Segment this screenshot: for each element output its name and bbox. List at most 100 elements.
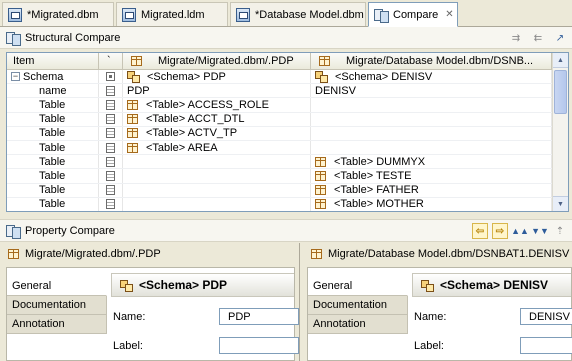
ldm-file-icon xyxy=(122,7,136,22)
item-label: Schema xyxy=(23,70,64,83)
item-cell: Table xyxy=(7,197,99,211)
copy-to-right-icon[interactable]: ⇨ xyxy=(492,223,508,239)
schema-icon xyxy=(120,279,133,292)
node-icon xyxy=(106,72,115,82)
right-value: <Table> MOTHER xyxy=(334,198,424,211)
scroll-up-icon[interactable]: ▲ xyxy=(553,53,568,68)
tab-documentation[interactable]: Documentation xyxy=(308,296,408,315)
scroll-down-icon[interactable]: ▼ xyxy=(553,196,568,211)
table-icon xyxy=(131,56,142,66)
right-value-cell xyxy=(311,126,552,140)
previous-difference-icon[interactable]: ▲▲ xyxy=(511,223,529,239)
tab-label: *Migrated.dbm xyxy=(27,8,99,21)
right-property-area: <Schema> DENISV Name: DENISV Label: xyxy=(408,268,572,360)
scrollbar-thumb[interactable] xyxy=(554,70,567,114)
table-row[interactable]: − Schema <Schema> PDP <Schema> DENISV xyxy=(7,70,568,85)
close-icon[interactable]: ✕ xyxy=(445,9,453,20)
column-header-marker[interactable]: ` xyxy=(99,53,123,69)
left-value-cell: <Table> AREA xyxy=(123,140,311,155)
item-cell: name xyxy=(7,84,99,98)
tab-annotation[interactable]: Annotation xyxy=(308,315,408,334)
tab-general[interactable]: General xyxy=(7,277,107,296)
document-icon xyxy=(106,185,115,196)
right-value-cell xyxy=(311,112,552,126)
table-row[interactable]: Table <Table> TESTE xyxy=(7,169,568,184)
marker-cell xyxy=(99,197,123,211)
table-row[interactable]: Table <Table> ACCT_DTL xyxy=(7,112,568,127)
table-row[interactable]: Table <Table> AREA xyxy=(7,140,568,156)
marker-cell xyxy=(99,155,123,169)
property-compare-header: Property Compare ⇦ ⇨ ▲▲ ▼▼ ⇡ xyxy=(0,219,572,242)
left-value-cell: <Schema> PDP xyxy=(123,70,311,84)
table-row[interactable]: Table <Table> FATHER xyxy=(7,183,568,198)
marker-cell xyxy=(99,126,123,140)
marker-cell xyxy=(99,183,123,197)
marker-cell xyxy=(99,98,123,112)
column-header-left-model[interactable]: Migrate/Migrated.dbm/.PDP xyxy=(123,53,311,69)
table-row[interactable]: Table <Table> ACCESS_ROLE xyxy=(7,98,568,113)
document-icon xyxy=(106,156,115,167)
left-property-tabs: General Documentation Annotation xyxy=(7,268,107,334)
copy-left-to-right-icon[interactable]: ⇉ xyxy=(508,30,524,46)
tab-migrated-ldm[interactable]: Migrated.ldm xyxy=(116,2,228,26)
right-value: <Schema> DENISV xyxy=(335,70,433,83)
table-row[interactable]: Table <Table> ACTV_TP xyxy=(7,126,568,141)
document-icon xyxy=(106,114,115,125)
left-property-pane: Migrate/Migrated.dbm/.PDP General Docume… xyxy=(0,243,300,361)
item-cell: Table xyxy=(7,98,99,112)
export-icon[interactable]: ↗ xyxy=(552,30,568,46)
property-compare-icon xyxy=(6,224,21,239)
collapse-up-icon[interactable]: ⇡ xyxy=(552,223,568,239)
structural-compare-toolbar: ⇉ ⇇ ↗ xyxy=(508,30,568,46)
right-value-cell: <Table> MOTHER xyxy=(311,197,552,211)
document-icon xyxy=(106,199,115,210)
marker-cell xyxy=(99,140,123,155)
left-label-field[interactable] xyxy=(219,337,299,354)
item-cell: Table xyxy=(7,112,99,126)
tab-migrated-dbm[interactable]: *Migrated.dbm xyxy=(2,2,114,26)
right-value: <Table> DUMMYX xyxy=(334,155,426,168)
tab-compare[interactable]: Compare ✕ xyxy=(368,2,458,27)
column-header-right-model[interactable]: Migrate/Database Model.dbm/DSNB... xyxy=(311,53,552,69)
copy-right-to-left-icon[interactable]: ⇇ xyxy=(530,30,546,46)
editor-tab-bar: *Migrated.dbm Migrated.ldm *Database Mod… xyxy=(0,0,572,27)
left-value: PDP xyxy=(127,84,150,97)
table-icon xyxy=(127,99,138,110)
table-row[interactable]: Table <Table> MOTHER xyxy=(7,197,568,211)
table-row[interactable]: Table <Table> DUMMYX xyxy=(7,155,568,170)
tab-documentation[interactable]: Documentation xyxy=(7,296,107,315)
tab-annotation[interactable]: Annotation xyxy=(7,315,107,334)
item-cell: Table xyxy=(7,183,99,197)
column-header-item[interactable]: Item xyxy=(7,53,99,69)
left-value-cell: PDP xyxy=(123,84,311,98)
left-name-field[interactable]: PDP xyxy=(219,308,299,325)
dbm-file-icon xyxy=(236,7,250,22)
left-pane-header: Migrate/Migrated.dbm/.PDP xyxy=(0,243,299,265)
vertical-scrollbar[interactable]: ▲ ▼ xyxy=(552,53,568,211)
tab-general[interactable]: General xyxy=(308,277,408,296)
table-row[interactable]: name PDP DENISV xyxy=(7,84,568,99)
tab-database-model-dbm[interactable]: *Database Model.dbm xyxy=(230,2,366,26)
right-name-row: Name: DENISV xyxy=(414,308,572,325)
left-value-cell xyxy=(123,183,311,197)
copy-to-left-icon[interactable]: ⇦ xyxy=(472,223,488,239)
right-value-cell: <Table> TESTE xyxy=(311,169,552,183)
left-label-row: Label: xyxy=(113,337,299,354)
item-label: Table xyxy=(39,113,66,126)
next-difference-icon[interactable]: ▼▼ xyxy=(531,223,549,239)
property-compare-toolbar: ⇦ ⇨ ▲▲ ▼▼ ⇡ xyxy=(472,223,568,239)
document-icon xyxy=(106,128,115,139)
tab-label: Compare xyxy=(393,8,439,21)
item-label: Table xyxy=(39,155,66,168)
table-icon xyxy=(127,114,138,125)
schema-icon xyxy=(315,71,328,84)
table-icon xyxy=(319,56,330,66)
right-pane-header: Migrate/Database Model.dbm/DSNBAT1.DENIS… xyxy=(303,243,572,265)
table-icon xyxy=(127,128,138,139)
collapse-icon[interactable]: − xyxy=(11,72,20,82)
right-name-field[interactable]: DENISV xyxy=(520,308,572,325)
right-label-field[interactable] xyxy=(520,337,572,354)
left-object-title: <Schema> PDP xyxy=(111,273,294,297)
left-value-cell: <Table> ACCT_DTL xyxy=(123,112,311,126)
structural-compare-title: Structural Compare xyxy=(25,31,121,44)
